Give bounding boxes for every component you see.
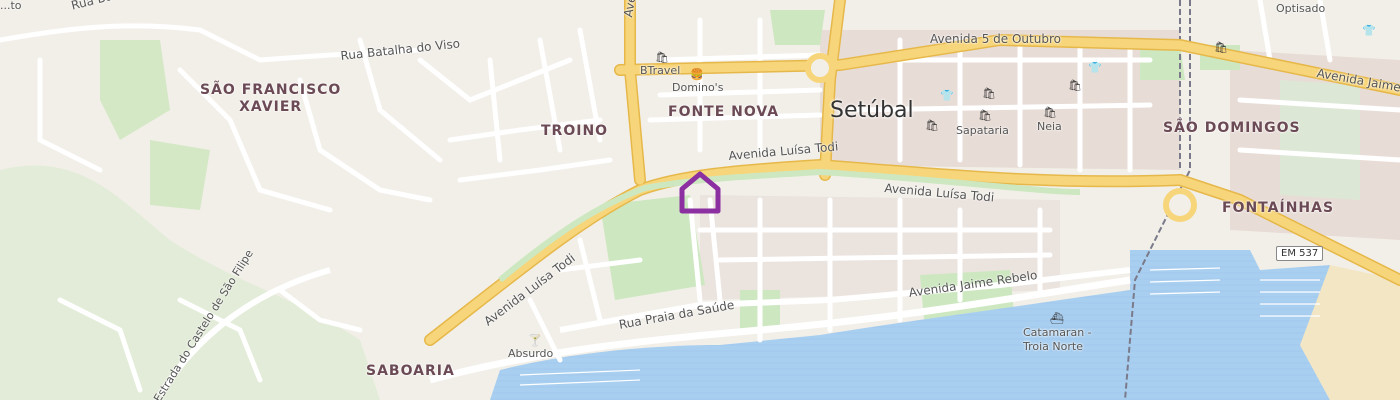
roundabout (1163, 188, 1197, 222)
shopping-bag-icon[interactable]: 🛍 (978, 110, 992, 121)
poi-label-btravel[interactable]: BTravel (640, 65, 680, 76)
green-area (150, 140, 210, 210)
green-area (1280, 80, 1360, 200)
shopping-bag-icon[interactable]: 🛍 (982, 88, 996, 99)
cocktail-bar-icon[interactable]: 🍸 (528, 335, 542, 346)
street-label-cinco-outubro: Avenida 5 de Outubro (930, 32, 1061, 46)
shopping-bag-icon[interactable]: 🛍 (655, 52, 669, 63)
shopping-bag-icon[interactable]: 🛍 (1068, 80, 1082, 91)
clothes-icon[interactable]: 👕 (940, 90, 954, 101)
street-label-fragment: ...to (0, 0, 22, 12)
park (770, 10, 825, 45)
home-marker-icon[interactable] (677, 170, 723, 216)
ferry-icon[interactable]: ⛴ (1050, 313, 1064, 324)
clothes-icon[interactable]: 👕 (1362, 25, 1376, 36)
poi-label-optisado[interactable]: Optisado (1276, 3, 1325, 14)
shopping-bag-icon[interactable]: 🛍 (1214, 42, 1228, 53)
district-label-troino: TROINO (541, 123, 609, 139)
district-label-saboaria: SABOARIA (366, 363, 455, 379)
shopping-bag-icon[interactable]: 🛍 (1043, 107, 1057, 118)
district-label-fontainhas: FONTAÍNHAS (1222, 200, 1335, 216)
poi-label-dominos[interactable]: Domino's (672, 82, 723, 93)
district-label-fonte-nova: FONTE NOVA (668, 104, 780, 120)
poi-label-troia-norte[interactable]: Troia Norte (1023, 341, 1083, 352)
district-label-line: XAVIER (239, 99, 303, 115)
roundabout (805, 53, 835, 83)
shopping-bag-icon[interactable]: 🛍 (925, 120, 939, 131)
district-label-sao-francisco-xavier: SÃO FRANCISCO XAVIER (200, 83, 341, 114)
city-label-setubal: Setúbal (830, 98, 914, 123)
fast-food-icon[interactable]: 🍔 (690, 69, 704, 80)
poi-label-neia[interactable]: Neia (1037, 121, 1062, 132)
clothes-icon[interactable]: 👕 (1088, 62, 1102, 73)
district-label-line: SÃO FRANCISCO (200, 82, 342, 98)
poi-label-sapataria[interactable]: Sapataria (956, 125, 1009, 136)
road-shield-em537: EM 537 (1276, 246, 1324, 261)
poi-label-absurdo[interactable]: Absurdo (508, 348, 553, 359)
district-label-sao-domingos: SÃO DOMINGOS (1163, 120, 1301, 136)
map-view[interactable]: SÃO FRANCISCO XAVIER TROINO FONTE NOVA S… (0, 0, 1400, 400)
poi-label-catamaran[interactable]: Catamaran - (1023, 327, 1092, 338)
